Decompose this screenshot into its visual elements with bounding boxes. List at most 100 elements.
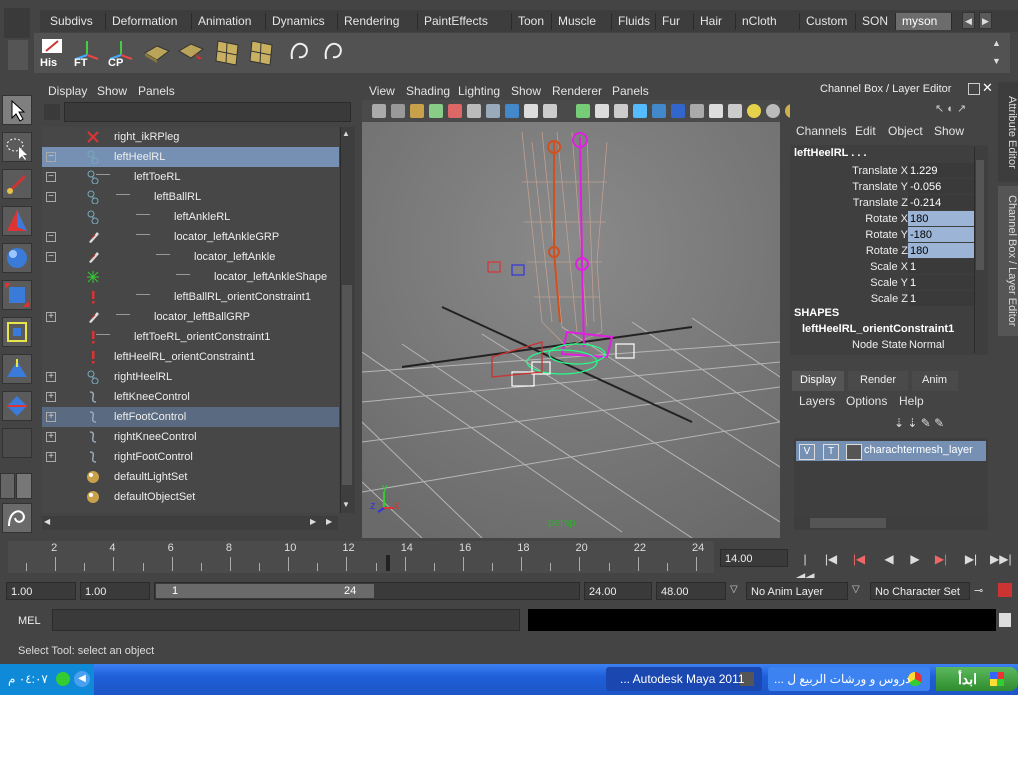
layer-template-toggle[interactable]: T bbox=[823, 444, 839, 460]
expand-icon[interactable]: + bbox=[46, 312, 56, 322]
channel-row[interactable]: Scale Z1 bbox=[792, 291, 974, 307]
task-maya[interactable]: ... Autodesk Maya 2011 bbox=[606, 667, 762, 691]
viewport-toolbar-icon[interactable] bbox=[576, 104, 590, 118]
layer-menu-layers[interactable]: Layers bbox=[799, 394, 835, 408]
maya-logo-icon[interactable] bbox=[2, 503, 32, 533]
shelf-tab-animation[interactable]: Animation bbox=[192, 13, 266, 30]
step-forward-frame-icon[interactable]: ▶| bbox=[962, 550, 980, 568]
shelf-options-button[interactable] bbox=[8, 40, 28, 70]
channel-value-field[interactable]: -0.056 bbox=[908, 179, 974, 194]
collapse-icon[interactable]: − bbox=[46, 172, 56, 182]
channel-box-tool-icons[interactable]: ↖ ◐ ↗ bbox=[935, 102, 993, 118]
outliner-row[interactable]: right_ikRPleg bbox=[42, 127, 339, 147]
outliner-row[interactable]: + rightFootControl bbox=[42, 447, 339, 467]
channel-value-field[interactable]: 1 bbox=[908, 259, 974, 274]
anim-layer-select[interactable]: No Anim Layer bbox=[746, 582, 848, 600]
spiral-shell-alt-shelf-icon[interactable] bbox=[318, 37, 348, 67]
channel-box-menu-show[interactable]: Show bbox=[934, 124, 964, 138]
layer-menu-options[interactable]: Options bbox=[846, 394, 887, 408]
anim-layer-dropdown-icon[interactable]: ▽ bbox=[730, 584, 738, 595]
layer-visibility-toggle[interactable]: V bbox=[799, 444, 815, 460]
grid-plane-alt-shelf-icon[interactable] bbox=[246, 37, 276, 67]
outliner-search-input[interactable] bbox=[64, 102, 351, 122]
go-to-start-icon[interactable]: |◀◀ bbox=[796, 550, 814, 584]
rotate-tool-icon[interactable] bbox=[2, 243, 32, 273]
layout-persp-icon[interactable] bbox=[16, 473, 32, 499]
viewport-toolbar-icon[interactable] bbox=[486, 104, 500, 118]
layer-tab-anim[interactable]: Anim bbox=[912, 371, 958, 391]
collapse-icon[interactable]: − bbox=[46, 252, 56, 262]
viewport-toolbar-icon[interactable] bbox=[429, 104, 443, 118]
polygon-plane-select-shelf-icon[interactable] bbox=[176, 37, 206, 67]
channel-label[interactable]: Scale Z bbox=[871, 291, 908, 307]
move-tool-icon[interactable] bbox=[2, 206, 32, 236]
outliner-row[interactable]: leftBallRL_orientConstraint1 bbox=[42, 287, 339, 307]
expand-icon[interactable]: + bbox=[46, 392, 56, 402]
outliner-row[interactable]: + leftKneeControl bbox=[42, 387, 339, 407]
manipulator-tool-icon[interactable] bbox=[2, 317, 32, 347]
outliner-row[interactable]: defaultObjectSet bbox=[42, 487, 339, 507]
outliner-row[interactable]: + locator_leftBallGRP bbox=[42, 307, 339, 327]
shelf-scroll-up-icon[interactable]: ▲ bbox=[992, 38, 1006, 52]
channel-box-scroll-thumb[interactable] bbox=[976, 160, 984, 270]
soft-modification-tool-icon[interactable] bbox=[2, 354, 32, 384]
shelf-scroll-left-icon[interactable]: ◀ bbox=[962, 12, 975, 29]
viewport-toolbar-icon[interactable] bbox=[652, 104, 666, 118]
channel-row[interactable]: Scale X1 bbox=[792, 259, 974, 275]
channel-label[interactable]: Scale X bbox=[870, 259, 908, 275]
layer-scroll-thumb[interactable] bbox=[810, 518, 886, 528]
channel-label[interactable]: Rotate X bbox=[865, 211, 908, 227]
channel-box-float-icon[interactable] bbox=[968, 83, 980, 95]
char-set-dropdown-icon[interactable]: ▽ bbox=[852, 584, 860, 595]
viewport-toolbar-icon[interactable] bbox=[467, 104, 481, 118]
viewport-3d[interactable]: y x z persp bbox=[362, 122, 780, 538]
lasso-tool-icon[interactable] bbox=[2, 132, 32, 162]
layer-tab-render[interactable]: Render bbox=[848, 371, 908, 391]
shelf-scroll-down-icon[interactable]: ▼ bbox=[992, 56, 1006, 70]
outliner-row[interactable]: − locator_leftAnkle bbox=[42, 247, 339, 267]
viewport-toolbar-icon[interactable] bbox=[690, 104, 704, 118]
viewport-menu-renderer[interactable]: Renderer bbox=[552, 84, 602, 98]
auto-key-icon[interactable]: ⊸ bbox=[974, 584, 983, 597]
expand-icon[interactable]: + bbox=[46, 372, 56, 382]
channel-box-menu-object[interactable]: Object bbox=[888, 124, 923, 138]
shelf-tab-painteffects[interactable]: PaintEffects bbox=[418, 13, 512, 30]
outliner-scroll-left-icon[interactable]: ◀ bbox=[44, 517, 50, 526]
shelf-tab-subdivs[interactable]: Subdivs bbox=[44, 13, 106, 30]
channel-row[interactable]: Rotate Z 180 bbox=[792, 243, 974, 259]
channel-label[interactable]: Translate Z bbox=[853, 195, 908, 211]
history-shelf-icon[interactable]: His bbox=[38, 37, 68, 69]
viewport-toolbar-icon[interactable] bbox=[614, 104, 628, 118]
viewport-toolbar-icon[interactable] bbox=[671, 104, 685, 118]
shelf-tab-dynamics[interactable]: Dynamics bbox=[266, 13, 338, 30]
outliner-filter-icon[interactable] bbox=[44, 104, 60, 120]
script-editor-icon[interactable] bbox=[999, 613, 1011, 627]
step-forward-key-icon[interactable]: ▶| bbox=[932, 550, 950, 568]
start-button[interactable]: ابدأ bbox=[936, 667, 1018, 691]
go-to-end-icon[interactable]: ▶▶| bbox=[990, 550, 1012, 568]
viewport-menu-show[interactable]: Show bbox=[511, 84, 541, 98]
outliner-row[interactable]: + rightHeelRL bbox=[42, 367, 339, 387]
viewport-toolbar-icon[interactable] bbox=[524, 104, 538, 118]
viewport-menu-panels[interactable]: Panels bbox=[612, 84, 649, 98]
channel-box-menu-edit[interactable]: Edit bbox=[855, 124, 876, 138]
time-slider[interactable]: 2 4 6 8 10 12 14 16 18 20 22 24 bbox=[8, 541, 714, 573]
channel-value-field[interactable]: 1.229 bbox=[908, 163, 974, 178]
current-time-field[interactable]: 14.00 bbox=[720, 549, 788, 567]
outliner-scroll-right-end-icon[interactable]: ▶ bbox=[326, 517, 332, 526]
shelf-tab-menu-button[interactable] bbox=[4, 8, 30, 38]
spiral-shell-shelf-icon[interactable] bbox=[284, 37, 314, 67]
outliner-menu-display[interactable]: Display bbox=[48, 84, 87, 98]
shelf-tab-rendering[interactable]: Rendering bbox=[338, 13, 418, 30]
node-state-value[interactable]: Normal bbox=[909, 339, 944, 351]
layer-row[interactable]: V T charachtermesh_layer bbox=[796, 441, 986, 461]
viewport-toolbar-icon[interactable] bbox=[391, 104, 405, 118]
expand-icon[interactable]: + bbox=[46, 452, 56, 462]
channel-row[interactable]: Scale Y1 bbox=[792, 275, 974, 291]
channel-row[interactable]: Translate Y -0.056 bbox=[792, 179, 974, 195]
shelf-scroll-right-icon[interactable]: ▶ bbox=[979, 12, 992, 29]
channel-label[interactable]: Translate X bbox=[852, 163, 908, 179]
tray-expand-icon[interactable]: ◀ bbox=[74, 671, 90, 687]
channel-label[interactable]: Translate Y bbox=[852, 179, 908, 195]
channel-box-side-tab[interactable]: Channel Box / Layer Editor bbox=[998, 186, 1018, 336]
